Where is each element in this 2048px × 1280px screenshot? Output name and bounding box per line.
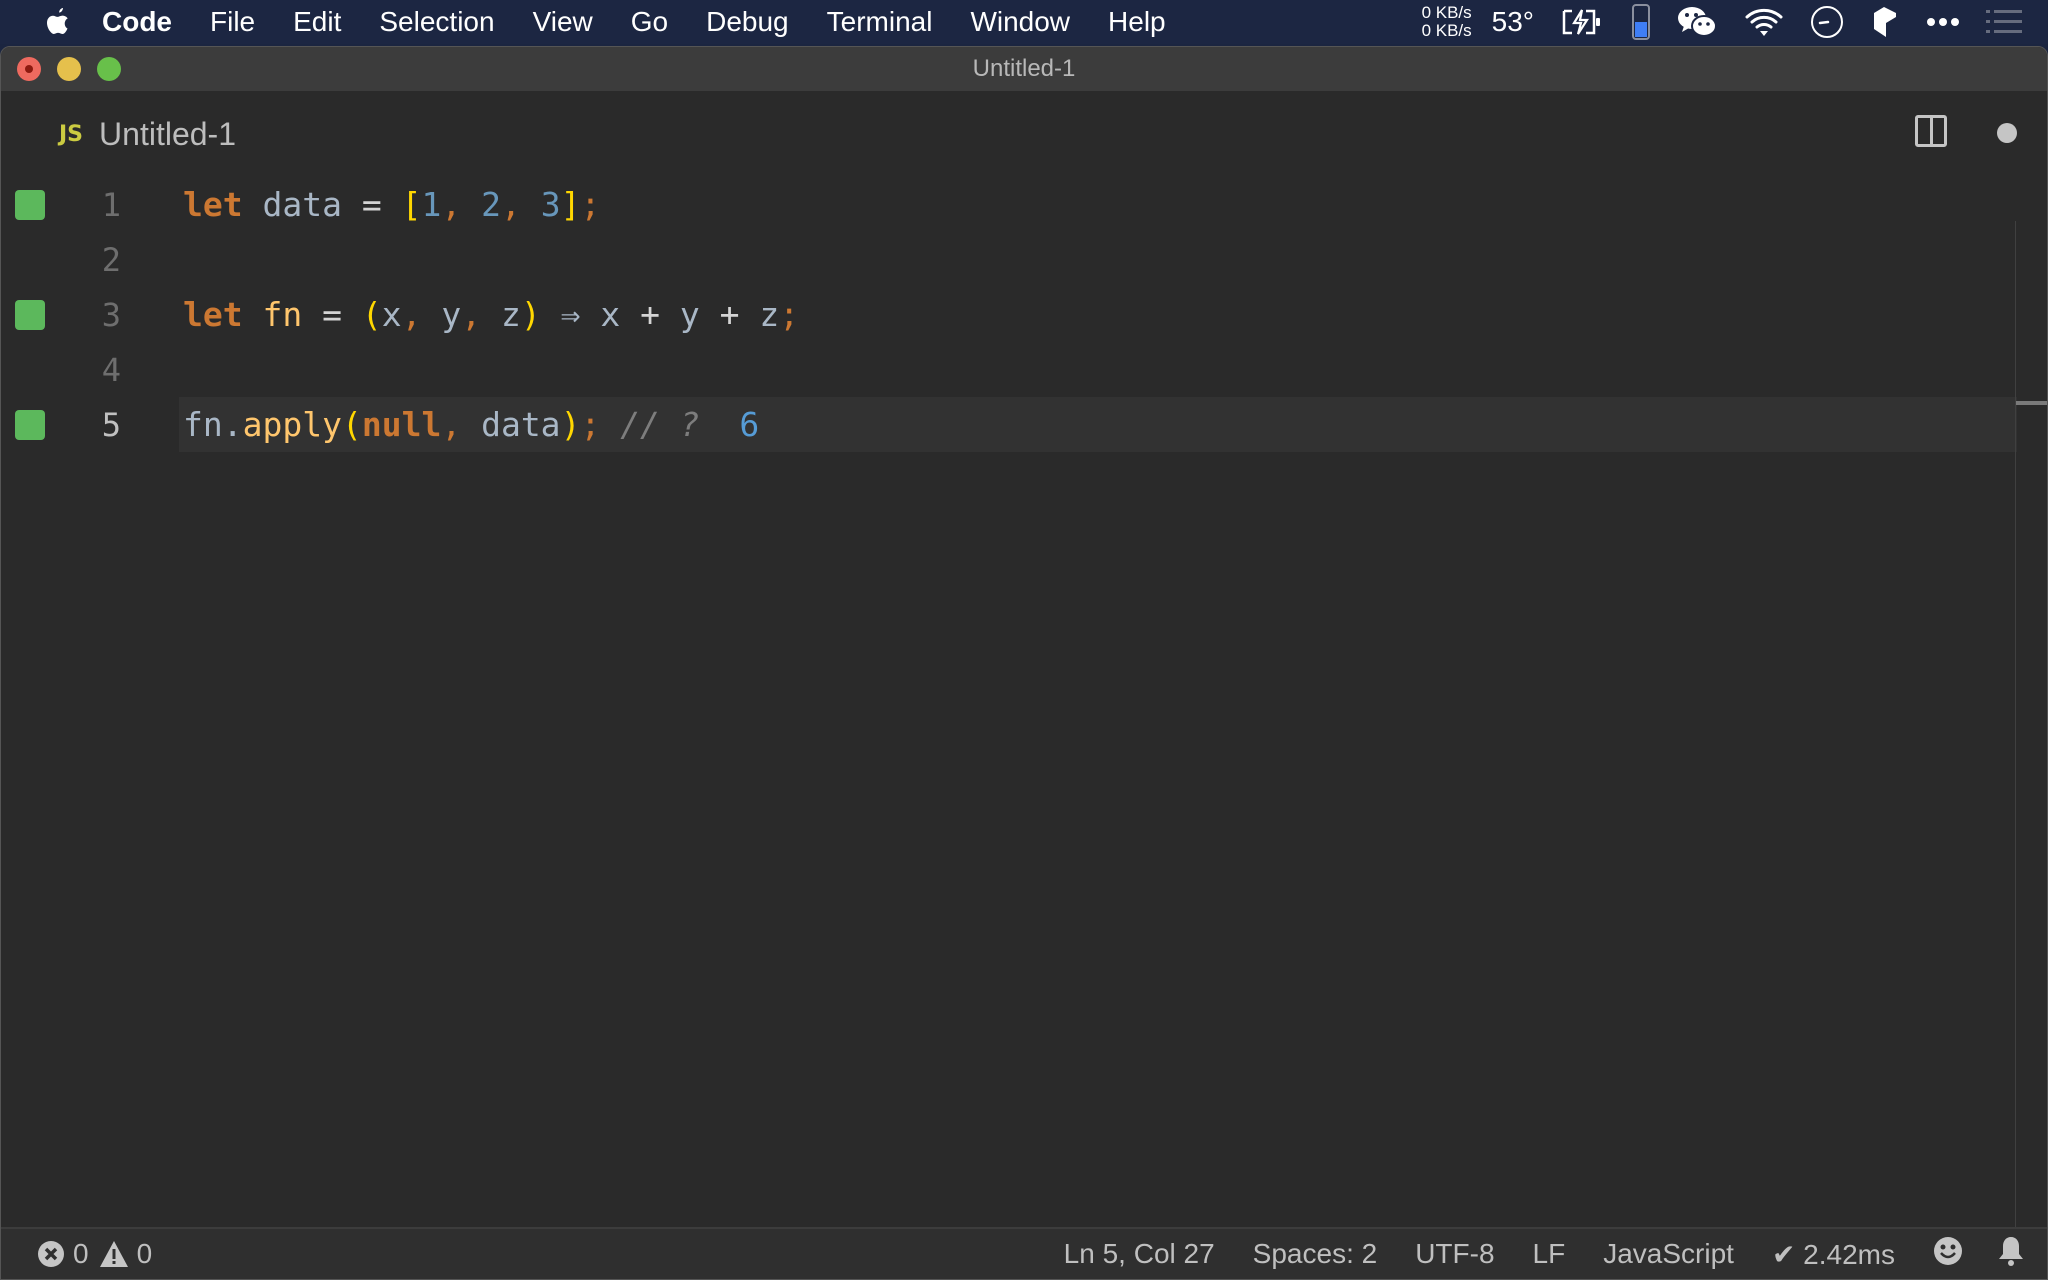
code-line[interactable]: 1 let data = [1, 2, 3]; [1,177,2047,232]
code-line[interactable]: 2 [1,232,2047,287]
menu-help[interactable]: Help [1108,6,1166,38]
menu-debug[interactable]: Debug [706,6,789,38]
warning-icon [99,1241,128,1267]
line-number: 5 [101,405,121,444]
end-of-line-sequence[interactable]: LF [1533,1238,1566,1270]
notification-center-icon[interactable] [1986,9,2022,35]
window-title: Untitled-1 [972,55,1076,82]
line-number: 3 [101,295,121,334]
more-icon[interactable] [1926,17,1960,27]
notifications-bell-icon[interactable] [1997,1235,2025,1274]
indentation-setting[interactable]: Spaces: 2 [1253,1238,1378,1270]
cursor-position[interactable]: Ln 5, Col 27 [1064,1238,1215,1270]
title-bar: Untitled-1 [1,47,2047,91]
cpu-temperature[interactable]: 53° [1492,6,1534,38]
code-line[interactable]: 4 [1,342,2047,397]
tab-label: Untitled-1 [99,115,236,152]
file-encoding[interactable]: UTF-8 [1415,1238,1494,1270]
line-number: 2 [101,240,121,279]
execution-time[interactable]: ✔ 2.42ms [1772,1238,1895,1271]
battery-charging-icon[interactable] [1560,8,1606,36]
error-count: 0 [73,1238,89,1269]
error-icon [38,1241,64,1267]
coverage-indicator-icon [15,189,45,220]
warning-count: 0 [136,1238,153,1269]
apple-menu-icon[interactable] [40,4,76,40]
coverage-indicator-icon [15,409,45,440]
menu-terminal[interactable]: Terminal [827,6,933,38]
network-speed[interactable]: 0 KB/s 0 KB/s [1422,4,1472,40]
code-editor[interactable]: 1 let data = [1, 2, 3]; 2 3 let fn = (x,… [1,177,2047,1267]
unsaved-changes-dot-icon[interactable] [1997,123,2017,143]
menu-file[interactable]: File [210,6,255,38]
menu-edit[interactable]: Edit [293,6,341,38]
memory-gauge-icon[interactable] [1632,4,1650,40]
menu-go[interactable]: Go [631,6,668,38]
clock-icon[interactable] [1810,5,1844,39]
tab-untitled-1[interactable]: JS Untitled-1 [59,116,236,153]
wifi-icon[interactable] [1744,7,1784,37]
vscode-window: Untitled-1 JS Untitled-1 1 let data = [1… [0,46,2048,1280]
code-text: fn.apply(null, data); // ? 6 [183,405,760,444]
line-number: 4 [101,350,121,389]
javascript-file-icon: JS [59,121,84,147]
code-text: let data = [1, 2, 3]; [183,185,601,224]
feedback-smiley-icon[interactable] [1933,1236,1963,1273]
cursor-position-marker [2016,401,2047,405]
net-upload-speed: 0 KB/s [1421,3,1472,22]
language-mode[interactable]: JavaScript [1603,1238,1734,1270]
menu-selection[interactable]: Selection [379,6,494,38]
menu-app-code[interactable]: Code [102,6,172,38]
overview-ruler-scrollbar[interactable] [2015,221,2047,1266]
split-editor-icon[interactable] [1915,115,1947,147]
menu-view[interactable]: View [533,6,593,38]
problems-indicator[interactable]: 0 0 [37,1238,162,1270]
macos-menu-bar: Code File Edit Selection View Go Debug T… [0,0,2048,44]
coverage-indicator-icon [15,299,45,330]
app-tray-icon[interactable] [1870,5,1900,39]
inline-result-value: 6 [739,405,760,444]
line-number: 1 [101,185,121,224]
menu-window[interactable]: Window [970,6,1070,38]
editor-tab-bar: JS Untitled-1 [1,91,2047,177]
code-line[interactable]: 3 let fn = (x, y, z) ⇒ x + y + z; [1,287,2047,342]
wechat-icon[interactable] [1676,5,1718,39]
net-download-speed: 0 KB/s [1421,21,1472,40]
code-line-current[interactable]: 5 fn.apply(null, data); // ? 6 [1,397,2047,452]
status-tray: 0 KB/s 0 KB/s 53° [1422,0,2048,44]
code-text: let fn = (x, y, z) ⇒ x + y + z; [183,295,800,334]
status-bar: 0 0 Ln 5, Col 27 Spaces: 2 UTF-8 LF Java… [1,1227,2047,1279]
